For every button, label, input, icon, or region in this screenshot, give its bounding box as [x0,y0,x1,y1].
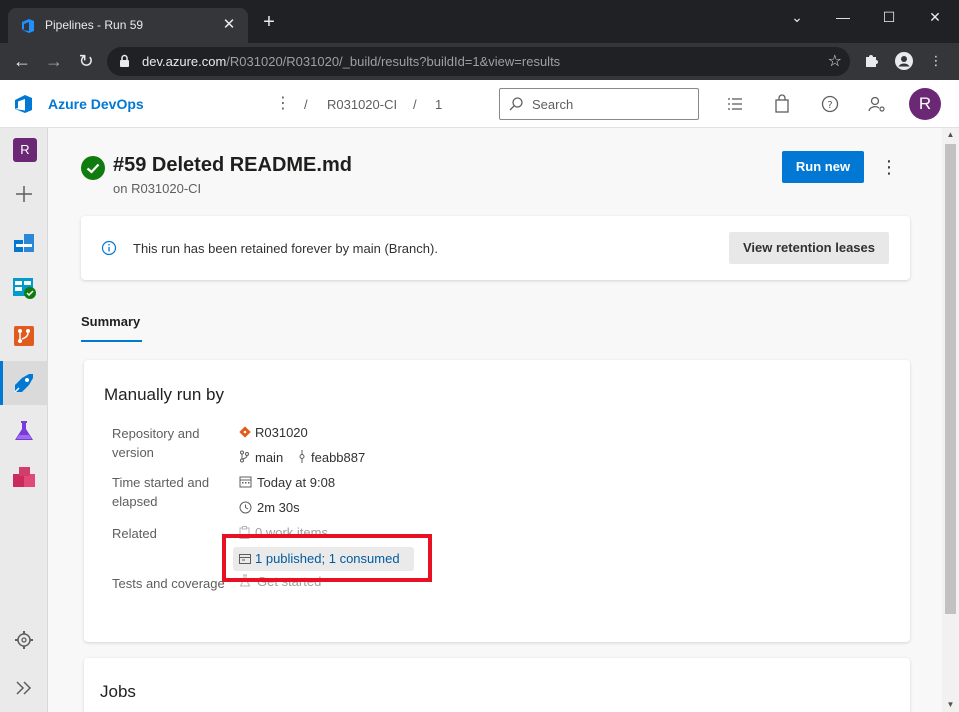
search-input[interactable]: Search [499,88,699,120]
repository-label: Repository and version [112,426,200,460]
elapsed-time: 2m 30s [257,500,300,515]
bookmark-star-icon[interactable]: ☆ [828,51,842,71]
user-settings-icon[interactable] [867,94,887,114]
commit-id[interactable]: feabb887 [311,450,365,465]
search-icon [509,97,523,111]
main-content: #59 Deleted README.md on R031020-CI Run … [49,128,942,712]
commit-icon [299,450,305,463]
sidebar-item-boards[interactable] [0,266,48,310]
avatar[interactable]: R [909,88,941,120]
left-nav-rail: R [0,128,48,712]
sidebar-item-repos[interactable] [0,314,48,358]
run-new-button[interactable]: Run new [782,151,864,183]
start-time: Today at 9:08 [257,475,336,490]
project-switcher[interactable]: R [0,128,48,172]
help-icon[interactable]: ? [820,94,840,114]
jobs-card: Jobs [84,658,910,712]
more-actions-icon[interactable]: ⋮ [879,155,899,179]
sidebar-item-artifacts[interactable] [0,456,48,500]
profile-icon[interactable] [895,52,913,70]
artifacts-icon [13,467,35,487]
time-label: Time started and elapsed [112,475,210,509]
annotation-highlight-box [222,534,432,582]
tab-search-chevron-icon[interactable]: ⌄ [782,6,812,28]
repository-name[interactable]: R031020 [255,425,308,440]
calendar-icon [239,476,252,488]
pipelines-icon [14,374,33,393]
url-text: dev.azure.com/R031020/R031020/_build/res… [142,54,561,69]
close-window-icon[interactable]: ✕ [920,6,950,28]
scroll-down-icon[interactable]: ▼ [946,700,955,709]
plus-icon [16,186,32,202]
branch-name[interactable]: main [255,450,283,465]
back-icon[interactable]: ← [10,49,34,73]
double-chevron-right-icon [16,681,32,695]
retention-message: This run has been retained forever by ma… [133,241,438,256]
tab-title: Pipelines - Run 59 [45,18,144,32]
forward-icon[interactable]: → [42,49,66,73]
breadcrumb-separator: / [413,97,417,112]
browser-menu-icon[interactable]: ⋮ [927,52,945,70]
project-badge: R [13,138,37,162]
breadcrumb-more-icon[interactable]: ⋮ [275,93,291,113]
new-tab-icon[interactable]: + [259,12,279,32]
sidebar-item-overview[interactable] [0,220,48,264]
succeeded-status-icon [81,156,105,180]
sidebar-item-test-plans[interactable] [0,409,48,453]
repos-icon [14,326,34,346]
browser-titlebar: Pipelines - Run 59 ✕ + ⌄ — ☐ ✕ [0,0,959,43]
marketplace-bag-icon[interactable] [772,94,792,114]
address-bar[interactable]: dev.azure.com/R031020/R031020/_build/res… [107,47,850,76]
tab-summary[interactable]: Summary [81,314,140,329]
clock-icon [239,501,252,514]
boards-icon [13,278,36,299]
tab-selected-indicator [81,340,142,342]
brand-name[interactable]: Azure DevOps [48,96,144,112]
breadcrumb-run[interactable]: 1 [435,97,442,112]
git-repo-icon [239,426,251,438]
tab-close-icon[interactable]: ✕ [220,15,238,35]
view-retention-leases-button[interactable]: View retention leases [729,232,889,264]
azure-devops-logo-icon[interactable] [14,94,34,114]
lock-icon [120,54,129,67]
retention-banner: This run has been retained forever by ma… [81,216,910,280]
test-plans-icon [15,421,33,440]
reload-icon[interactable]: ↻ [74,49,98,73]
minimize-icon[interactable]: — [828,6,858,28]
main-scrollbar[interactable]: ▲ ▼ [942,128,959,712]
scroll-thumb[interactable] [945,144,956,614]
scroll-up-icon[interactable]: ▲ [946,130,955,139]
search-placeholder: Search [532,97,574,112]
browser-tab[interactable]: Pipelines - Run 59 ✕ [8,8,248,43]
project-settings-button[interactable] [0,618,48,662]
page-title: #59 Deleted README.md [113,154,352,176]
azure-devops-favicon-icon [22,19,34,33]
browser-toolbar: ← → ↻ dev.azure.com/R031020/R031020/_bui… [0,43,959,80]
related-label: Related [112,526,157,541]
overview-icon [14,234,34,252]
jobs-title: Jobs [100,682,136,701]
new-item-button[interactable] [0,172,48,216]
run-summary-card: Manually run by Repository and version R… [84,360,910,642]
branch-icon [240,450,249,463]
maximize-icon[interactable]: ☐ [874,6,904,28]
ado-header: Azure DevOps ⋮ / R031020-CI / 1 Search ?… [0,80,959,128]
breadcrumb-pipeline[interactable]: R031020-CI [327,97,397,112]
card-title: Manually run by [104,385,225,404]
breadcrumb-separator: / [304,97,308,112]
sidebar-item-pipelines[interactable] [0,361,48,405]
run-pipeline-subtitle: on R031020-CI [113,181,202,196]
info-icon [101,240,117,256]
svg-text:?: ? [827,100,832,111]
extensions-icon[interactable] [862,52,880,70]
expand-nav-button[interactable] [0,666,48,710]
gear-icon [15,631,33,649]
list-settings-icon[interactable] [725,94,745,114]
